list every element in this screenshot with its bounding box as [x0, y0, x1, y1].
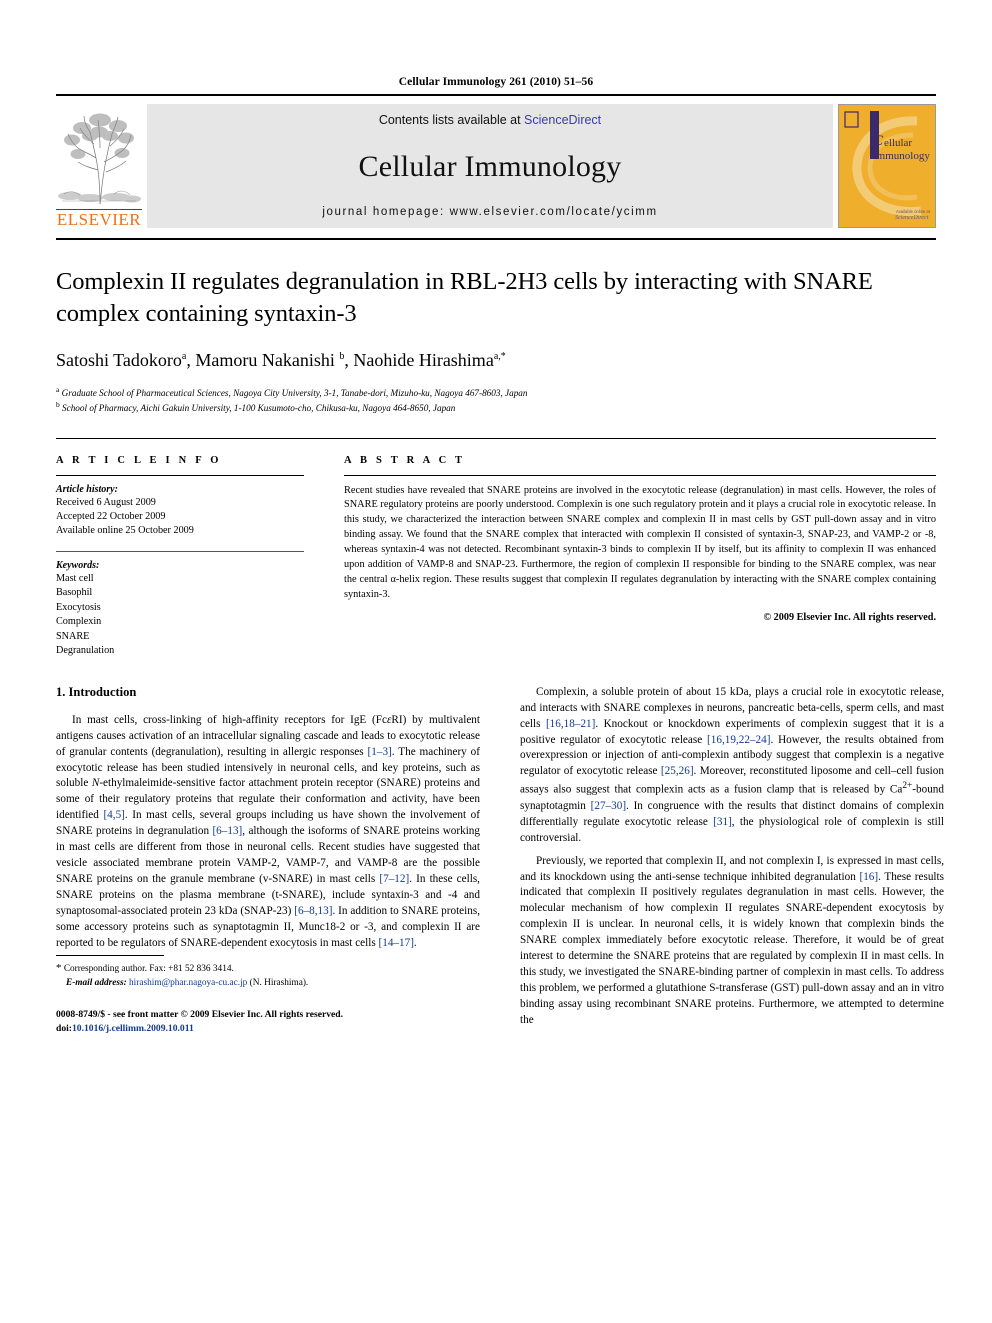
journal-title: Cellular Immunology	[358, 149, 622, 183]
email-note: E-mail address: hirashim@phar.nagoya-cu.…	[66, 978, 309, 989]
article-history-label: Article history:	[56, 483, 118, 495]
doi-link[interactable]: 10.1016/j.cellimm.2009.10.011	[72, 1023, 194, 1034]
body-column-left: 1. Introduction In mast cells, cross-lin…	[56, 685, 480, 1036]
keyword-item: Mast cell	[56, 572, 94, 584]
svg-text:C: C	[873, 133, 884, 149]
footnote-divider	[56, 955, 164, 957]
svg-text:Immunology: Immunology	[873, 150, 930, 162]
email-link[interactable]: hirashim@phar.nagoya-cu.ac.jp	[129, 978, 247, 988]
title-block: Complexin II regulates degranulation in …	[56, 238, 936, 416]
keyword-item: SNARE	[56, 630, 90, 642]
article-page: Cellular Immunology 261 (2010) 51–56 ELS…	[0, 0, 992, 1323]
history-accepted: Accepted 22 October 2009	[56, 510, 166, 522]
journal-masthead: ELSEVIER Contents lists available at Sci…	[56, 94, 936, 228]
keywords-label: Keywords:	[56, 559, 100, 571]
asterisk-icon: *	[56, 962, 62, 975]
keyword-item: Complexin	[56, 616, 102, 628]
divider	[56, 474, 304, 476]
elsevier-logo: ELSEVIER	[56, 104, 142, 228]
abstract-heading: A B S T R A C T	[344, 454, 466, 466]
journal-cover-thumbnail: C ellular Immunology Available online at…	[838, 104, 936, 228]
section-heading-introduction: 1. Introduction	[56, 684, 137, 699]
keyword-item: Degranulation	[56, 645, 115, 657]
page-title: Complexin II regulates degranulation in …	[56, 268, 873, 327]
paragraph: Complexin, a soluble protein of about 15…	[520, 685, 945, 844]
history-online: Available online 25 October 2009	[56, 525, 194, 537]
svg-text:ScienceDirect: ScienceDirect	[895, 215, 929, 221]
abstract-column: A B S T R A C T Recent studies have reve…	[344, 455, 936, 659]
svg-text:ellular: ellular	[884, 137, 912, 149]
body-column-right: Complexin, a soluble protein of about 15…	[520, 685, 944, 1036]
affiliation-a: a Graduate School of Pharmaceutical Scie…	[56, 384, 528, 398]
sciencedirect-banner: Contents lists available at ScienceDirec…	[147, 104, 833, 228]
elsevier-wordmark: ELSEVIER	[56, 209, 142, 229]
article-info-column: A R T I C L E I N F O Article history: R…	[56, 455, 304, 659]
info-abstract-region: A R T I C L E I N F O Article history: R…	[56, 437, 936, 659]
author-list: Satoshi Tadokoroa, Mamoru Nakanishi b, N…	[56, 349, 506, 370]
elsevier-tree-icon	[56, 108, 142, 210]
divider	[344, 474, 936, 476]
contents-prefix: Contents lists available at	[378, 113, 525, 127]
abstract-text: Recent studies have revealed that SNARE …	[344, 484, 936, 600]
keyword-item: Exocytosis	[56, 601, 101, 613]
copyright-line: © 2009 Elsevier Inc. All rights reserved…	[763, 611, 936, 623]
sciencedirect-link[interactable]: ScienceDirect	[524, 113, 601, 127]
article-info-heading: A R T I C L E I N F O	[56, 454, 222, 466]
keyword-item: Basophil	[56, 587, 93, 599]
running-head: Cellular Immunology 261 (2010) 51–56	[398, 76, 594, 88]
affiliation-b: b School of Pharmacy, Aichi Gakuin Unive…	[56, 400, 456, 414]
corresponding-author-note: * Corresponding author. Fax: +81 52 836 …	[56, 962, 234, 975]
contents-line: Contents lists available at ScienceDirec…	[379, 113, 601, 127]
issn-line: 0008-8749/$ - see front matter © 2009 El…	[56, 1008, 344, 1034]
paragraph: In mast cells, cross-linking of high-aff…	[56, 713, 480, 949]
journal-homepage-link[interactable]: journal homepage: www.elsevier.com/locat…	[322, 206, 657, 218]
svg-text:Available online at: Available online at	[896, 209, 931, 214]
footnote-block: * Corresponding author. Fax: +81 52 836 …	[56, 955, 480, 1035]
paragraph: Previously, we reported that complexin I…	[520, 854, 944, 1026]
divider	[56, 550, 304, 552]
history-received: Received 6 August 2009	[56, 496, 156, 508]
body-columns: 1. Introduction In mast cells, cross-lin…	[56, 685, 944, 1036]
